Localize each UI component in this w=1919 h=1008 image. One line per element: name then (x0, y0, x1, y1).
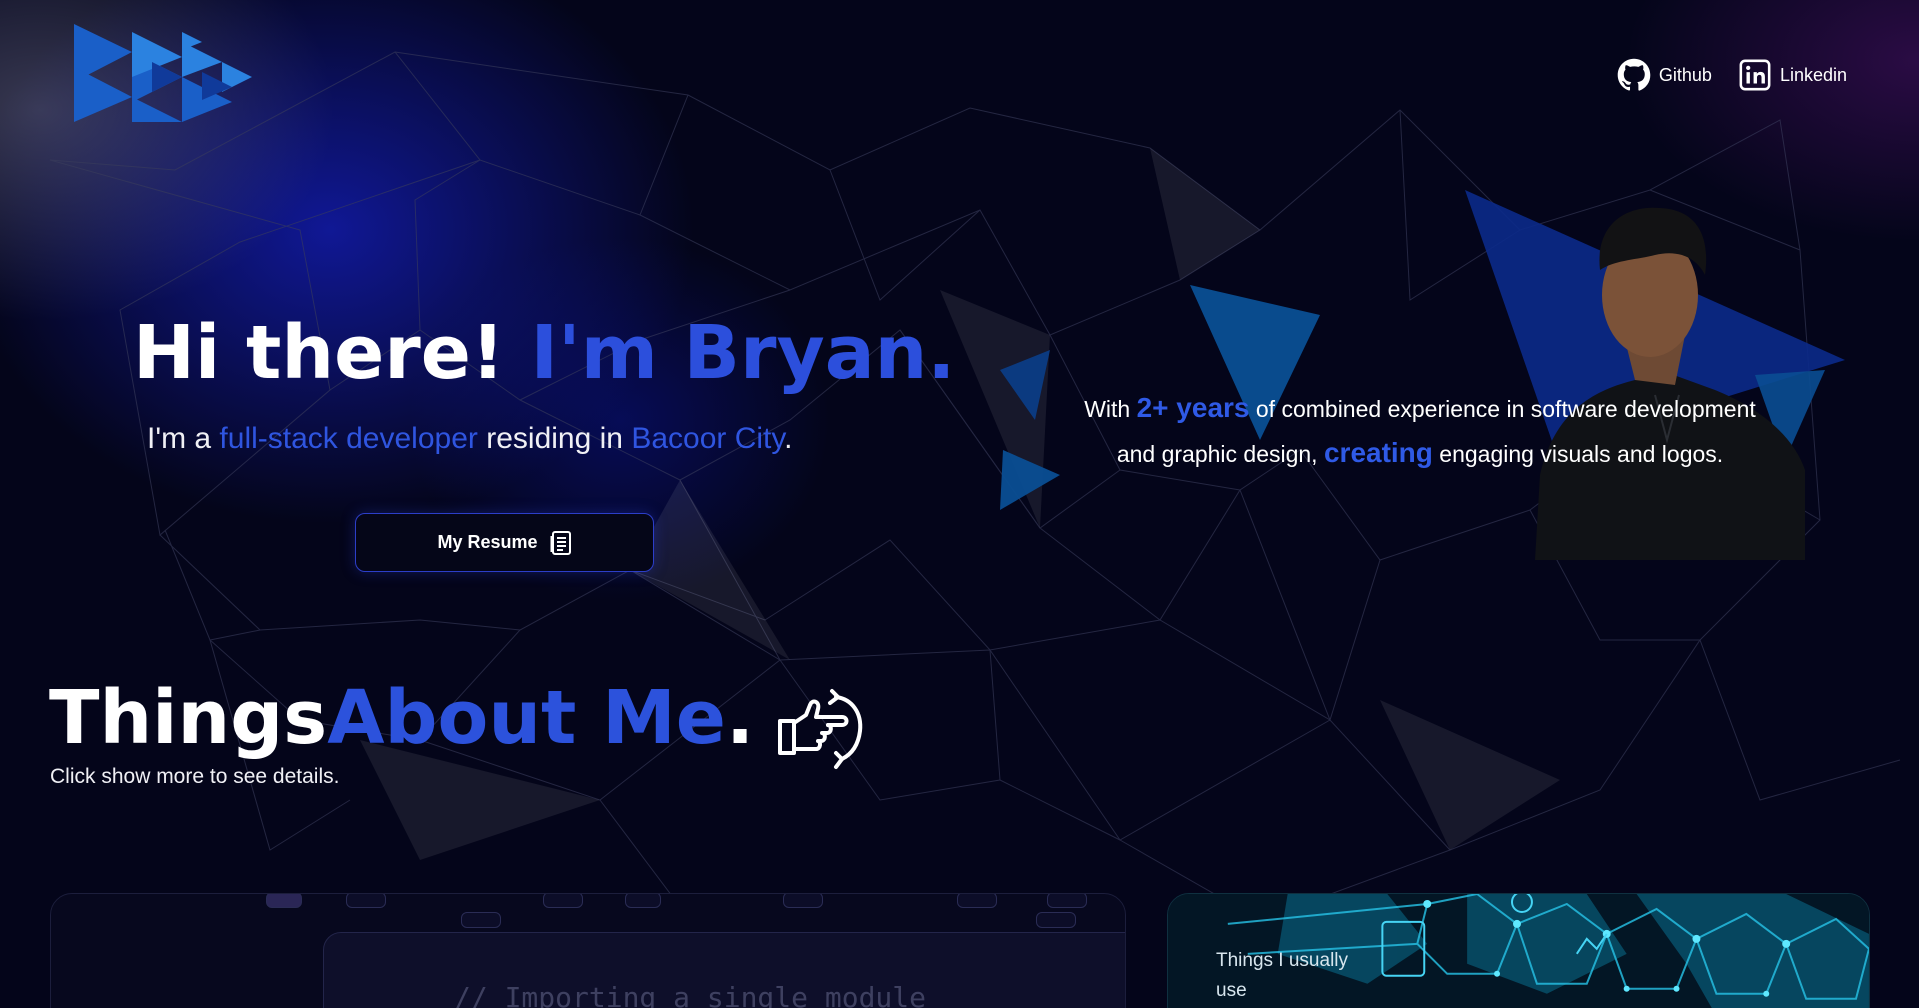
tools-card[interactable]: Things I usually use (1167, 893, 1870, 1008)
card-tab (543, 894, 583, 908)
document-icon (550, 530, 571, 555)
card-tab (346, 894, 386, 908)
hero-subtitle: I'm a full-stack developer residing in B… (147, 422, 792, 456)
hero-description: With 2+ years of combined experience in … (1020, 386, 1820, 476)
profile-portrait (1000, 190, 1845, 560)
card-tab (461, 912, 501, 928)
code-panel: // Importing a single module (323, 932, 1125, 1008)
hero-title: Hi there! I'm Bryan. (133, 310, 955, 396)
card-tab (957, 894, 997, 908)
about-title-accent: About Me (327, 675, 726, 761)
top-nav: Github Linkedin (1617, 58, 1847, 92)
desc-text: engaging visuals and logos. (1432, 441, 1724, 467)
about-title-dot: . (725, 675, 755, 761)
hero-desc-line-1: With 2+ years of combined experience in … (1020, 386, 1820, 431)
card-tab (1036, 912, 1076, 928)
resume-button[interactable]: My Resume (355, 513, 654, 572)
hero-desc-line-2: and graphic design, creating engaging vi… (1020, 431, 1820, 476)
triangle-logo (74, 24, 252, 122)
desc-creating: creating (1323, 437, 1433, 468)
github-label: Github (1658, 64, 1712, 85)
desc-text: of combined experience in software devel… (1249, 396, 1756, 422)
resume-button-label: My Resume (437, 532, 538, 552)
card-tab (1047, 894, 1087, 908)
about-title: Things About Me. (49, 665, 864, 771)
desc-text: With (1084, 396, 1137, 422)
card-tab (266, 894, 302, 908)
hero-title-name: I'm Bryan. (530, 310, 956, 396)
pointing-hand-icon (778, 689, 863, 769)
code-snippet: // Importing a single module (454, 981, 927, 1008)
code-card[interactable]: // Importing a single module (50, 893, 1126, 1008)
card-tab (625, 894, 661, 908)
hero-sub-middle: residing in (477, 422, 632, 455)
tools-card-label: Things I usually use (1216, 950, 1349, 1001)
hero-city: Bacoor City (631, 422, 785, 455)
github-link[interactable]: Github (1617, 58, 1712, 92)
linkedin-icon (1739, 59, 1771, 91)
card-tab (783, 894, 823, 908)
desc-years: 2+ years (1136, 392, 1250, 423)
github-icon (1617, 58, 1651, 91)
about-title-plain: Things (49, 675, 328, 761)
hero-role: full-stack developer (219, 422, 478, 455)
linkedin-link[interactable]: Linkedin (1738, 58, 1847, 92)
about-subtitle: Click show more to see details. (50, 765, 340, 788)
hero-title-plain: Hi there! (133, 310, 531, 396)
hero-sub-prefix: I'm a (147, 422, 220, 455)
hero-sub-end: . (784, 422, 793, 455)
linkedin-label: Linkedin (1779, 64, 1847, 85)
desc-text: and graphic design, (1116, 441, 1324, 467)
